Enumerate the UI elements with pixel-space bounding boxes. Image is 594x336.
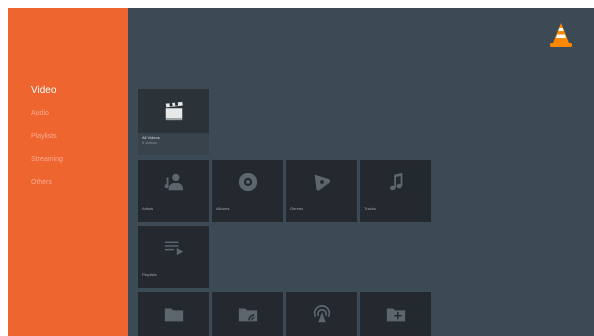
playlists-tile[interactable]: Playlists xyxy=(138,226,209,288)
network-folder-icon xyxy=(212,292,283,336)
folder-icon xyxy=(138,292,209,336)
albums-label: Albums xyxy=(216,206,230,211)
vlc-cone-icon xyxy=(548,22,574,48)
add-folder-tile[interactable] xyxy=(360,292,431,336)
sidebar-item-streaming[interactable]: Streaming xyxy=(31,153,63,176)
stream-icon xyxy=(286,292,357,336)
all-videos-tile[interactable]: All Videos 0 videos xyxy=(138,89,209,155)
tracks-tile[interactable]: Tracks xyxy=(360,160,431,222)
guitar-pick-icon xyxy=(286,160,357,204)
network-folder-tile[interactable] xyxy=(212,292,283,336)
vlc-app: Video Audio Playlists Streaming Others A… xyxy=(8,8,594,336)
playlists-label: Playlists xyxy=(142,272,157,277)
film-clapper-icon xyxy=(138,89,209,133)
music-note-icon xyxy=(360,160,431,204)
add-folder-icon xyxy=(360,292,431,336)
genres-tile[interactable]: Genres xyxy=(286,160,357,222)
albums-tile[interactable]: Albums xyxy=(212,160,283,222)
all-videos-count: 0 videos xyxy=(142,140,157,145)
sidebar-item-video[interactable]: Video xyxy=(31,84,63,107)
artists-tile[interactable]: Artists xyxy=(138,160,209,222)
stream-tile[interactable] xyxy=(286,292,357,336)
sidebar-item-playlists[interactable]: Playlists xyxy=(31,130,63,153)
artists-label: Artists xyxy=(142,206,154,211)
sidebar: Video Audio Playlists Streaming Others xyxy=(8,8,128,336)
sidebar-item-audio[interactable]: Audio xyxy=(31,107,63,130)
genres-label: Genres xyxy=(290,206,304,211)
artist-icon xyxy=(138,160,209,204)
disc-icon xyxy=(212,160,283,204)
tracks-label: Tracks xyxy=(364,206,376,211)
playlist-icon xyxy=(138,226,209,270)
sidebar-nav: Video Audio Playlists Streaming Others xyxy=(31,84,63,199)
sidebar-item-others[interactable]: Others xyxy=(31,176,63,199)
folder-tile[interactable] xyxy=(138,292,209,336)
